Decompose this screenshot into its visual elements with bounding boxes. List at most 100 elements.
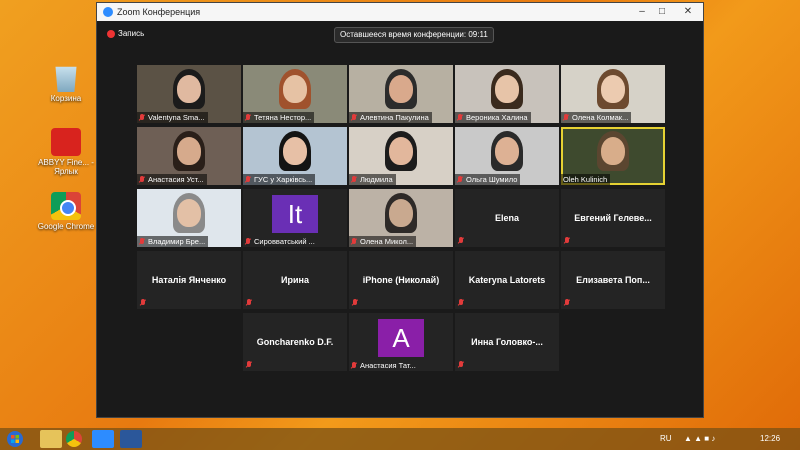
muted-mic-icon [139,176,145,184]
muted-mic-icon [351,238,357,246]
minimize-icon[interactable]: – [633,3,651,21]
language-indicator[interactable]: RU [660,428,672,450]
participant-name-bar: Valentyna Sma... [137,112,208,123]
participant-tile[interactable]: Kateryna Latorets [455,251,559,309]
zoom-taskbar-icon[interactable] [92,430,114,448]
chrome-icon [51,192,81,220]
muted-mic-icon [564,237,570,245]
taskbar: RU ▲ ▲ ■ ♪ 12:26 [0,428,800,450]
participant-tile[interactable]: It Сировватський ... [243,189,347,247]
desktop-icon-recycle-bin[interactable]: Корзина [34,64,98,103]
participant-name-bar: Анастасия Уст... [137,174,207,185]
participant-name: Kateryna Latorets [468,275,546,285]
participant-name-bar: Сировватський ... [243,236,318,247]
participant-name: Наталія Янченко [151,275,227,285]
participant-name: Elena [494,213,519,223]
participant-tile[interactable]: Goncharenko D.F. [243,313,347,371]
muted-mic-icon [246,361,252,369]
desktop-icon-label: Google Chrome [37,222,95,231]
participant-tile[interactable]: Вероника Халина [455,65,559,123]
zoom-window: Zoom Конференция – □ ✕ Запись Оставшееся… [96,2,704,418]
muted-mic-icon [351,114,357,122]
muted-mic-icon [351,362,357,370]
desktop-icon-chrome[interactable]: Google Chrome [34,192,98,231]
participant-tile[interactable]: Oleh Kulinich [561,127,665,185]
participant-name: Анастасия Уст... [148,175,204,184]
muted-mic-icon [140,299,146,307]
recording-indicator[interactable]: Запись [107,29,144,39]
muted-mic-icon [563,114,569,122]
tray-icons[interactable]: ▲ ▲ ■ ♪ [684,428,715,450]
participant-avatar: A [378,319,424,357]
participant-tile[interactable]: Олена Микол... [349,189,453,247]
participant-name: Ирина [281,275,309,285]
maximize-icon[interactable]: □ [653,3,671,21]
participant-video [495,137,519,165]
muted-mic-icon [245,114,251,122]
clock[interactable]: 12:26 [760,428,780,450]
participant-tile[interactable]: Людмила [349,127,453,185]
participant-tile[interactable]: A Анастасия Тат... [349,313,453,371]
abbyy-icon [51,128,81,156]
recording-label: Запись [118,29,145,38]
desktop-icon-label: Корзина [50,94,82,103]
muted-mic-icon [457,176,463,184]
participant-name-bar: Ольга Шумило [455,174,521,185]
participant-tile[interactable]: ГУС у Харківсь... [243,127,347,185]
participant-name-bar: Олена Микол... [349,236,417,247]
participant-tile[interactable]: Тетяна Нестор... [243,65,347,123]
participant-tile[interactable]: Valentyna Sma... [137,65,241,123]
participant-tile[interactable]: Ольга Шумило [455,127,559,185]
muted-mic-icon [139,114,145,122]
recycle-bin-icon [55,66,77,92]
participant-name-bar: Тетяна Нестор... [243,112,315,123]
participant-tile[interactable]: Владимир Бре... [137,189,241,247]
muted-mic-icon [246,299,252,307]
participant-video [601,75,625,103]
muted-mic-icon [245,238,251,246]
participant-name-bar: Oleh Kulinich [561,174,611,185]
muted-mic-icon [245,176,251,184]
participant-tile[interactable]: Елизавета Поп... [561,251,665,309]
participant-video [389,75,413,103]
window-title: Zoom Конференция [117,7,201,17]
muted-mic-icon [458,237,464,245]
muted-mic-icon [457,114,463,122]
word-taskbar-icon[interactable] [120,430,142,448]
participant-video [177,75,201,103]
participant-name-bar: ГУС у Харківсь... [243,174,316,185]
participant-tile[interactable]: Евгений Гелеве... [561,189,665,247]
participant-name: Тетяна Нестор... [254,113,312,122]
participant-video [283,137,307,165]
participant-tile[interactable]: Инна Головко-... [455,313,559,371]
participant-tile[interactable]: iPhone (Николай) [349,251,453,309]
participant-video [495,75,519,103]
participant-name: Вероника Халина [466,113,528,122]
chrome-taskbar-icon[interactable] [66,431,82,447]
zoom-app-icon [103,7,113,17]
participant-name: Владимир Бре... [148,237,206,246]
participant-name: Олена Микол... [360,237,414,246]
title-bar[interactable]: Zoom Конференция – □ ✕ [97,3,703,21]
participant-tile[interactable]: Анастасия Уст... [137,127,241,185]
participant-name: iPhone (Николай) [362,275,440,285]
participant-tile[interactable]: Ирина [243,251,347,309]
participant-tile[interactable]: Наталія Янченко [137,251,241,309]
participant-name: Goncharenko D.F. [256,337,334,347]
participant-video [177,137,201,165]
participant-name: Oleh Kulinich [563,175,608,184]
participant-name: ГУС у Харківсь... [254,175,313,184]
participant-name-bar: Вероника Халина [455,112,531,123]
participant-name-bar: Владимир Бре... [137,236,209,247]
windows-start-icon[interactable] [4,430,26,448]
participant-name: Анастасия Тат... [360,361,416,370]
participant-tile[interactable]: Elena [455,189,559,247]
muted-mic-icon [139,238,145,246]
desktop-icon-abbyy[interactable]: ABBYY Fine... - Ярлык [34,128,98,176]
participant-tile[interactable]: Алевтина Пакулина [349,65,453,123]
muted-mic-icon [351,176,357,184]
close-icon[interactable]: ✕ [675,3,701,21]
participant-name: Людмила [360,175,393,184]
file-explorer-icon[interactable] [40,430,62,448]
participant-tile[interactable]: Олена Колмак... [561,65,665,123]
